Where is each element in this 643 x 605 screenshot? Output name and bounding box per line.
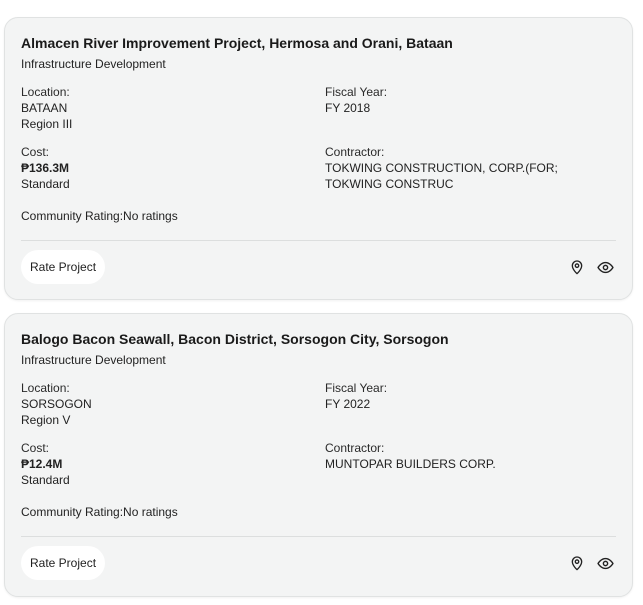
project-title: Balogo Bacon Seawall, Bacon District, So… [21,331,449,347]
project-title: Almacen River Improvement Project, Hermo… [21,35,453,51]
cost-type: Standard [21,473,70,487]
project-list: Almacen River Improvement Project, Hermo… [0,0,643,605]
contractor-label: Contractor: [325,441,385,455]
contractor-field: Contractor: TOKWING CONSTRUCTION, CORP.(… [325,144,615,192]
eye-icon[interactable] [595,553,615,573]
contractor-value: MUNTOPAR BUILDERS CORP. [325,457,496,471]
contractor-label: Contractor: [325,145,385,159]
province-value: BATAAN [21,101,68,115]
map-pin-icon[interactable] [567,553,587,573]
cost-field: Cost: ₱12.4M Standard [21,440,70,488]
divider [21,536,616,537]
province-value: SORSOGON [21,397,92,411]
fiscal-year-field: Fiscal Year: FY 2018 [325,84,387,116]
cost-field: Cost: ₱136.3M Standard [21,144,70,192]
rate-project-button[interactable]: Rate Project [21,546,106,580]
community-rating: Community Rating:No ratings [21,505,178,519]
rate-project-button[interactable]: Rate Project [21,250,106,284]
project-category: Infrastructure Development [21,353,166,367]
region-value: Region V [21,413,71,427]
eye-icon[interactable] [595,257,615,277]
fiscal-year-label: Fiscal Year: [325,381,388,395]
map-pin-icon[interactable] [567,257,587,277]
fiscal-year-value: FY 2022 [325,397,371,411]
location-label: Location: [21,381,70,395]
fiscal-year-value: FY 2018 [325,101,371,115]
region-value: Region III [21,117,73,131]
project-category: Infrastructure Development [21,57,166,71]
contractor-value: TOKWING CONSTRUCTION, CORP.(FOR; TOKWING… [325,161,558,191]
contractor-field: Contractor: MUNTOPAR BUILDERS CORP. [325,440,615,472]
cost-label: Cost: [21,145,50,159]
location-label: Location: [21,85,70,99]
cost-value: ₱136.3M [21,161,70,175]
project-card: Almacen River Improvement Project, Hermo… [4,17,633,300]
cost-type: Standard [21,177,70,191]
community-rating: Community Rating:No ratings [21,209,178,223]
fiscal-year-field: Fiscal Year: FY 2022 [325,380,387,412]
location-field: Location: BATAAN Region III [21,84,72,132]
project-card: Balogo Bacon Seawall, Bacon District, So… [4,313,633,597]
cost-label: Cost: [21,441,50,455]
divider [21,240,616,241]
cost-value: ₱12.4M [21,457,63,471]
fiscal-year-label: Fiscal Year: [325,85,388,99]
location-field: Location: SORSOGON Region V [21,380,92,428]
